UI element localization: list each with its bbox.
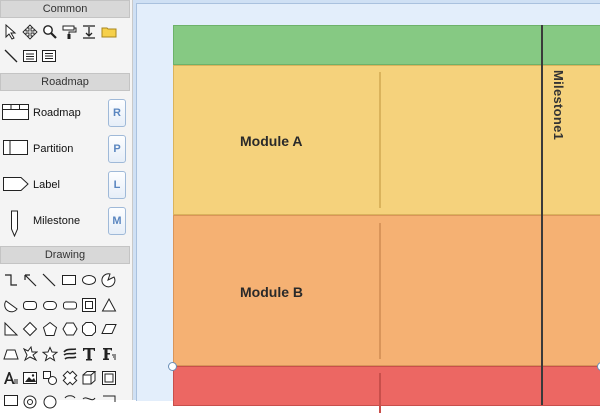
- diamond-icon[interactable]: [22, 321, 38, 337]
- shape-combine-icon[interactable]: [42, 370, 58, 386]
- toolbox-panel: Common Roadmap Roadmap R Partition P Lab…: [0, 0, 133, 409]
- format-painter-icon[interactable]: [61, 24, 77, 40]
- trapezoid-icon[interactable]: [3, 346, 19, 362]
- freehand-icon[interactable]: [62, 346, 78, 362]
- roadmap-shortcut-key[interactable]: R: [108, 99, 126, 127]
- arrow-connector-icon[interactable]: [22, 272, 38, 288]
- list-block-icon[interactable]: [41, 48, 57, 64]
- roadmap-table-icon: [2, 101, 29, 126]
- cross-icon[interactable]: [62, 370, 78, 386]
- container-icon[interactable]: [101, 370, 117, 386]
- partition-shortcut-key[interactable]: P: [108, 135, 126, 163]
- pointer-icon[interactable]: [3, 24, 19, 40]
- cloud-icon[interactable]: [62, 394, 78, 410]
- pan-icon[interactable]: [22, 24, 38, 40]
- roadmap-tool-item[interactable]: Roadmap R: [0, 98, 130, 130]
- module-a-band[interactable]: Module A: [173, 65, 600, 215]
- pentagon-icon[interactable]: [42, 321, 58, 337]
- module-a-divider: [379, 72, 381, 208]
- label-tool-label: Label: [33, 179, 60, 191]
- straight-line-icon[interactable]: [41, 272, 57, 288]
- drawing-section-header[interactable]: Drawing: [0, 246, 130, 264]
- folder-icon[interactable]: [101, 24, 117, 40]
- module-c-divider: [379, 373, 381, 413]
- milestone-shortcut-key[interactable]: M: [108, 207, 126, 235]
- roadmap-section-header[interactable]: Roadmap: [0, 73, 130, 91]
- chord-icon[interactable]: [3, 297, 19, 313]
- header-band[interactable]: [173, 25, 600, 65]
- rectangle-icon[interactable]: [61, 272, 77, 288]
- partition-icon: [2, 137, 29, 162]
- circle-target-icon[interactable]: [22, 394, 38, 410]
- cube-icon[interactable]: [81, 370, 97, 386]
- star-icon[interactable]: [42, 346, 58, 362]
- milestone-label[interactable]: Milestone1: [551, 70, 566, 140]
- wave-icon[interactable]: [81, 394, 97, 410]
- drawing-canvas[interactable]: Module A Module B Milestone1: [133, 0, 600, 413]
- text-block-icon[interactable]: [22, 48, 38, 64]
- milestone-tool-label: Milestone: [33, 215, 81, 227]
- selection-handle-left[interactable]: [168, 362, 177, 371]
- module-b-band[interactable]: Module B: [173, 215, 600, 366]
- milestone-tool-item[interactable]: Milestone M: [0, 206, 130, 238]
- frame-icon[interactable]: [81, 297, 97, 313]
- roadmap-tool-label: Roadmap: [33, 107, 81, 119]
- label-shortcut-key[interactable]: L: [108, 171, 126, 199]
- module-c-band[interactable]: [173, 366, 600, 413]
- diagram-page[interactable]: Module A Module B Milestone1: [136, 3, 600, 413]
- stadium-icon[interactable]: [62, 297, 78, 313]
- common-section-header[interactable]: Common: [0, 0, 130, 18]
- zoom-icon[interactable]: [42, 24, 58, 40]
- picture-icon[interactable]: [22, 370, 38, 386]
- octagon-icon[interactable]: [81, 321, 97, 337]
- rounded-rect-icon[interactable]: [22, 297, 38, 313]
- right-triangle-icon[interactable]: [3, 321, 19, 337]
- font-icon[interactable]: [3, 370, 19, 386]
- module-b-divider: [379, 223, 381, 359]
- elbow-connector-icon[interactable]: [3, 272, 19, 288]
- parallelogram-icon[interactable]: [101, 321, 117, 337]
- document-shape-icon[interactable]: [101, 394, 117, 410]
- partition-tool-item[interactable]: Partition P: [0, 134, 130, 166]
- line-icon[interactable]: [3, 48, 19, 64]
- module-b-label[interactable]: Module B: [240, 284, 303, 300]
- text-tool-icon[interactable]: [81, 346, 97, 362]
- insert-space-icon[interactable]: [81, 24, 97, 40]
- capsule-icon[interactable]: [42, 297, 58, 313]
- partition-tool-label: Partition: [33, 143, 74, 155]
- module-a-label[interactable]: Module A: [240, 133, 302, 149]
- milestone-line[interactable]: [541, 25, 543, 405]
- rich-text-icon[interactable]: [101, 346, 117, 362]
- label-tool-item[interactable]: Label L: [0, 170, 130, 202]
- pie-icon[interactable]: [100, 272, 116, 288]
- milestone-pin-icon: [2, 209, 29, 240]
- burst-icon[interactable]: [22, 346, 38, 362]
- ellipse-icon[interactable]: [81, 272, 97, 288]
- triangle-icon[interactable]: [101, 297, 117, 313]
- hexagon-icon[interactable]: [62, 321, 78, 337]
- circle-shape-icon[interactable]: [42, 394, 58, 410]
- label-tag-icon: [2, 173, 29, 198]
- callout-icon[interactable]: [3, 394, 19, 410]
